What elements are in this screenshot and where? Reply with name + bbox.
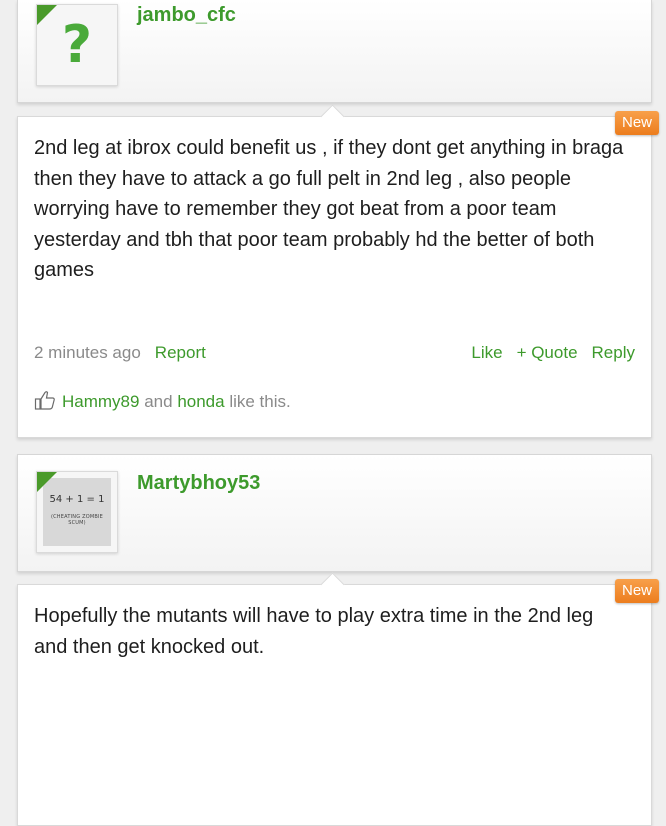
likes-summary: Hammy89 and honda like this. bbox=[34, 389, 291, 416]
avatar[interactable]: ? bbox=[36, 4, 118, 86]
timestamp[interactable]: 2 minutes ago bbox=[34, 343, 141, 362]
question-mark-icon: ? bbox=[61, 15, 93, 75]
quote-button[interactable]: + Quote bbox=[517, 343, 578, 362]
username[interactable]: jambo_cfc bbox=[137, 4, 236, 27]
avatar-image-text: 54 + 1 = 1 bbox=[49, 494, 105, 505]
avatar[interactable]: 54 + 1 = 1 (CHEATING ZOMBIE SCUM) bbox=[36, 471, 118, 553]
like-button[interactable]: Like bbox=[471, 343, 502, 362]
avatar-corner-flag bbox=[37, 472, 57, 492]
message-text: Hopefully the mutants will have to play … bbox=[34, 605, 594, 658]
liker-link[interactable]: honda bbox=[177, 392, 224, 411]
message-card: New Hopefully the mutants will have to p… bbox=[17, 572, 659, 826]
message-card: New 2nd leg at ibrox could benefit us , … bbox=[17, 104, 659, 438]
thumbs-up-icon bbox=[34, 389, 56, 416]
new-badge: New bbox=[614, 579, 659, 603]
report-link[interactable]: Report bbox=[155, 343, 206, 362]
card-pointer bbox=[320, 104, 345, 129]
reply-button[interactable]: Reply bbox=[592, 343, 635, 362]
user-card: ? jambo_cfc bbox=[17, 0, 652, 103]
avatar-image-caption: (CHEATING ZOMBIE SCUM) bbox=[50, 514, 104, 526]
username[interactable]: Martybhoy53 bbox=[137, 472, 260, 495]
message-meta: 2 minutes ago Report Like + Quote Reply bbox=[34, 343, 635, 367]
message-text: 2nd leg at ibrox could benefit us , if t… bbox=[34, 137, 624, 281]
new-badge: New bbox=[614, 111, 659, 135]
likes-suffix: like this. bbox=[229, 391, 291, 411]
user-card: 54 + 1 = 1 (CHEATING ZOMBIE SCUM) Martyb… bbox=[17, 454, 652, 572]
likes-and: and bbox=[144, 391, 173, 411]
message-actions: Like + Quote Reply bbox=[457, 343, 635, 363]
liker-link[interactable]: Hammy89 bbox=[62, 392, 139, 411]
card-pointer bbox=[320, 572, 345, 597]
